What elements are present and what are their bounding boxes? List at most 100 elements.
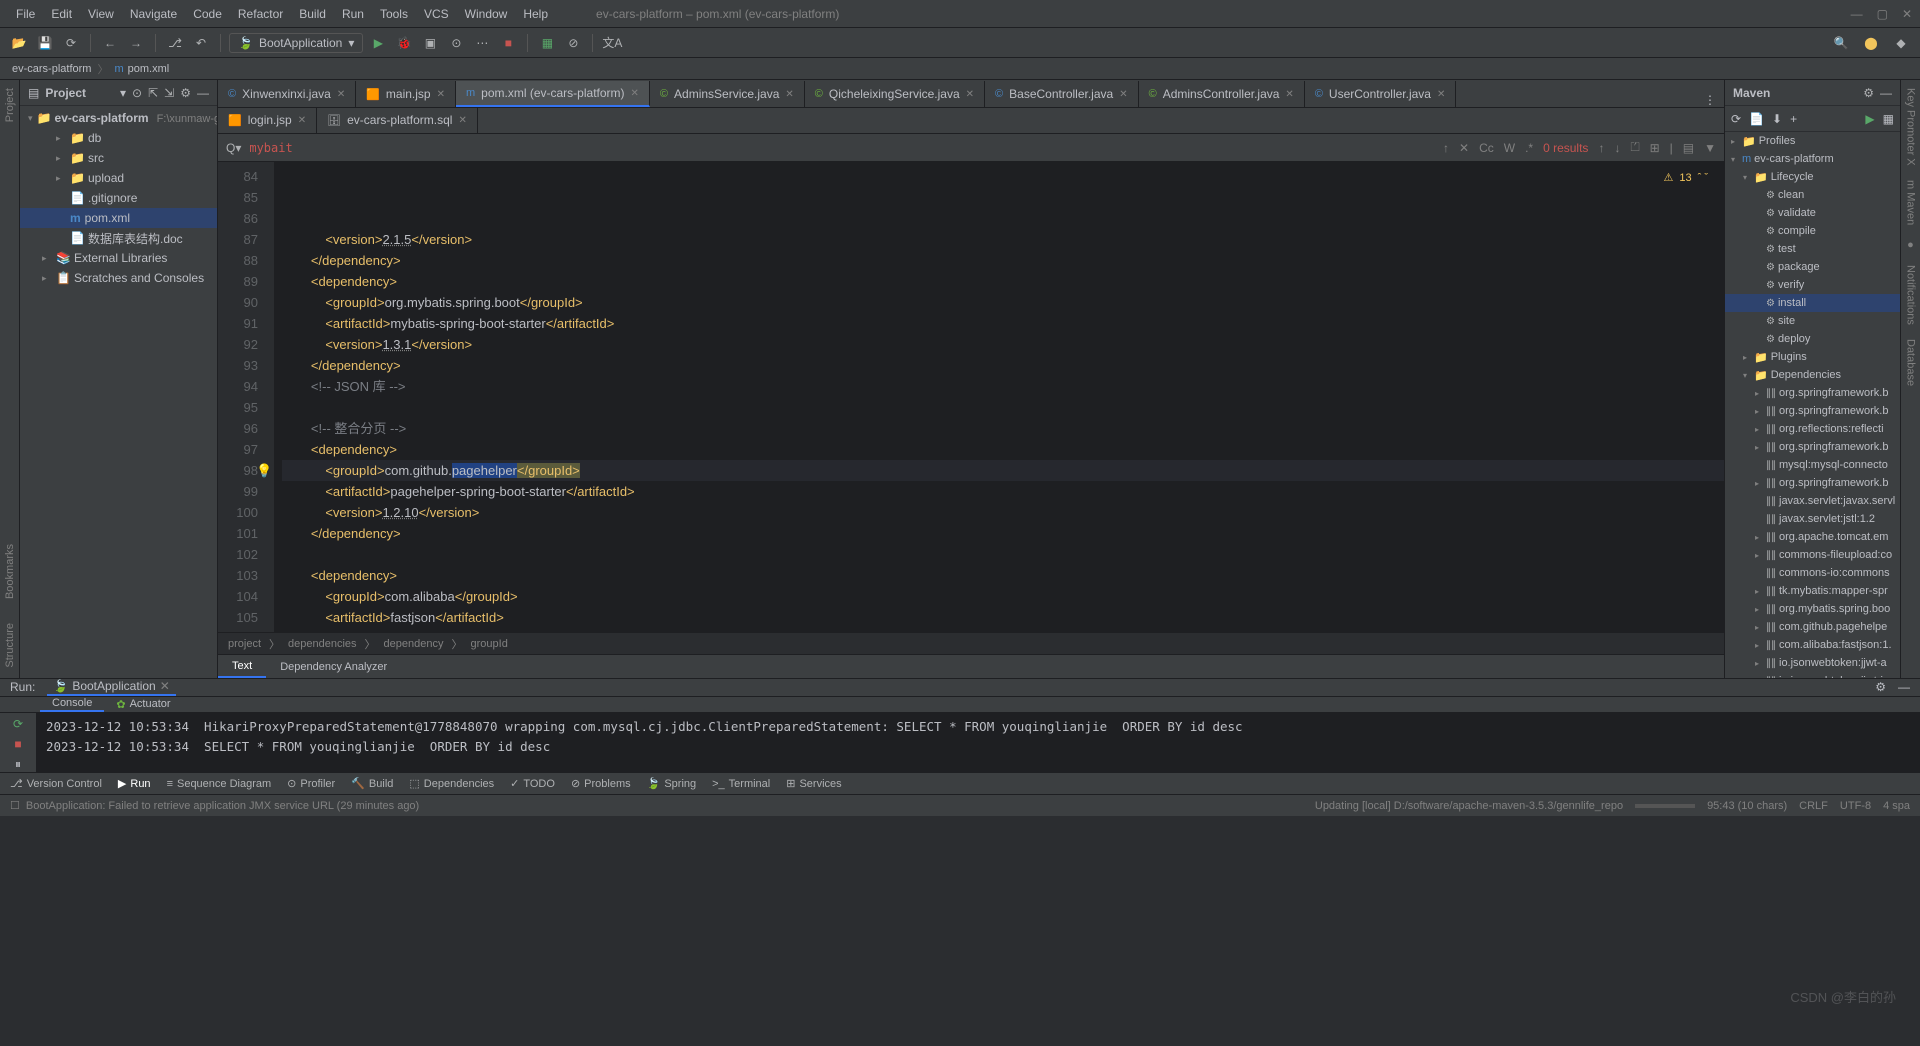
maven-node[interactable]: ▸∥∥org.apache.tomcat.em [1725, 528, 1900, 546]
maven-node[interactable]: ▸∥∥org.springframework.b [1725, 402, 1900, 420]
debug-icon[interactable]: 🐞 [393, 32, 415, 54]
tool-window-spring[interactable]: 🍃Spring [647, 777, 697, 790]
prev-occurrence-icon[interactable]: ↑ [1443, 141, 1449, 155]
tool-window-problems[interactable]: ⊘Problems [571, 777, 631, 790]
hide-icon[interactable]: — [1898, 680, 1910, 694]
editor-tab[interactable]: ©AdminsService.java✕ [650, 81, 805, 107]
open-icon[interactable]: 📂 [8, 32, 30, 54]
tool-window-run[interactable]: ▶Run [118, 777, 151, 790]
rerun-icon[interactable]: ⟳ [13, 717, 23, 731]
words-icon[interactable]: W [1504, 141, 1515, 155]
menu-window[interactable]: Window [457, 7, 516, 21]
maven-node[interactable]: ▸∥∥commons-fileupload:co [1725, 546, 1900, 564]
project-tree[interactable]: ▾📁ev-cars-platformF:\xunmaw-git\基于▸📁db▸📁… [20, 106, 217, 678]
gear-icon[interactable]: ⚙ [1875, 680, 1886, 694]
pause-icon[interactable]: ⏸ [15, 757, 21, 772]
tree-node-src[interactable]: ▸📁src [20, 148, 217, 168]
code-editor[interactable]: 8485868788899091929394959697989910010110… [218, 162, 1724, 632]
run-config-tab[interactable]: 🍃 BootApplication ✕ [47, 679, 175, 696]
editor-tab[interactable]: 🟧main.jsp✕ [356, 81, 456, 107]
tool-window-services[interactable]: ⊞Services [786, 777, 841, 790]
maven-node[interactable]: ▸∥∥io.jsonwebtoken:jjwt-in [1725, 672, 1900, 678]
tool-window-terminal[interactable]: >_Terminal [712, 778, 770, 790]
structure-tool-button[interactable]: Structure [4, 623, 16, 668]
hide-icon[interactable]: — [197, 86, 209, 100]
bookmarks-tool-button[interactable]: Bookmarks [4, 544, 16, 599]
breadcrumb-root[interactable]: ev-cars-platform [12, 63, 91, 75]
hide-icon[interactable]: — [1880, 86, 1892, 100]
menu-refactor[interactable]: Refactor [230, 7, 291, 21]
generate-icon[interactable]: 📄 [1749, 112, 1764, 126]
back-icon[interactable]: ← [99, 32, 121, 54]
tool-window-build[interactable]: 🔨Build [351, 777, 393, 790]
crumb-group[interactable]: groupId [471, 638, 508, 650]
menu-build[interactable]: Build [291, 7, 334, 21]
ai-tool-button[interactable]: ● [1905, 239, 1917, 251]
maven-node[interactable]: ▸∥∥org.springframework.b [1725, 438, 1900, 456]
search-everywhere-icon[interactable]: 🔍 [1830, 32, 1852, 54]
tabs-more-icon[interactable]: ⋮ [1696, 93, 1724, 107]
run-icon[interactable]: ▶ [367, 32, 389, 54]
maven-node[interactable]: ⚙validate [1725, 204, 1900, 222]
inspect-icon[interactable]: ⊘ [562, 32, 584, 54]
maven-node[interactable]: ▸∥∥org.springframework.b [1725, 384, 1900, 402]
maven-node[interactable]: ⚙package [1725, 258, 1900, 276]
translate-icon[interactable]: 文A [601, 32, 623, 54]
layout-icon[interactable]: ▦ [536, 32, 558, 54]
tool-window-todo[interactable]: ✓TODO [510, 777, 555, 790]
run-configuration-select[interactable]: 🍃 BootApplication ▾ [229, 33, 363, 53]
tree-node-Scratches and Consoles[interactable]: ▸📋Scratches and Consoles [20, 268, 217, 288]
forward-icon[interactable]: → [125, 32, 147, 54]
profile-icon[interactable]: ⊙ [445, 32, 467, 54]
filter-icon[interactable]: ▤ [1683, 141, 1694, 155]
editor-tab[interactable]: ©BaseController.java✕ [985, 81, 1139, 107]
tool-window-version-control[interactable]: ⎇Version Control [10, 777, 102, 790]
menu-file[interactable]: File [8, 7, 43, 21]
maven-node[interactable]: ▾mev-cars-platform [1725, 150, 1900, 168]
tree-node-upload[interactable]: ▸📁upload [20, 168, 217, 188]
crumb-project[interactable]: project [228, 638, 261, 650]
menu-run[interactable]: Run [334, 7, 372, 21]
line-separator[interactable]: CRLF [1799, 800, 1828, 812]
maven-node[interactable]: ▸∥∥io.jsonwebtoken:jjwt-a [1725, 654, 1900, 672]
gear-icon[interactable]: ⚙ [1863, 86, 1874, 100]
maven-node[interactable]: ∥∥mysql:mysql-connecto [1725, 456, 1900, 474]
chevron-down-icon[interactable]: ▾ [120, 86, 126, 100]
crumb-dep[interactable]: dependency [384, 638, 444, 650]
console-output[interactable]: 2023-12-12 10:53:34 HikariProxyPreparedS… [36, 713, 1920, 772]
select-all-icon[interactable]: ⏍ [1630, 140, 1639, 155]
run-maven-icon[interactable]: ▶ [1865, 112, 1874, 126]
undo-icon[interactable]: ↶ [190, 32, 212, 54]
editor-tab[interactable]: mpom.xml (ev-cars-platform)✕ [456, 81, 650, 107]
close-icon[interactable]: ✕ [160, 679, 170, 693]
maven-node[interactable]: ⚙install [1725, 294, 1900, 312]
tree-node-db[interactable]: ▸📁db [20, 128, 217, 148]
find-input[interactable] [249, 141, 1435, 155]
prev-match-icon[interactable]: ↑ [1598, 141, 1604, 155]
editor-tab[interactable]: ©AdminsController.java✕ [1139, 81, 1305, 107]
project-root[interactable]: ▾📁ev-cars-platformF:\xunmaw-git\基于 [20, 108, 217, 128]
indent-info[interactable]: 4 spa [1883, 800, 1910, 812]
tree-node-.gitignore[interactable]: 📄.gitignore [20, 188, 217, 208]
maven-node[interactable]: ∥∥commons-io:commons [1725, 564, 1900, 582]
menu-tools[interactable]: Tools [372, 7, 416, 21]
maven-node[interactable]: ⚙test [1725, 240, 1900, 258]
avatar-icon[interactable]: ◆ [1890, 32, 1912, 54]
maven-node[interactable]: ⚙site [1725, 312, 1900, 330]
tool-window-dependencies[interactable]: ⬚Dependencies [409, 777, 494, 790]
maven-node[interactable]: ▾📁Lifecycle [1725, 168, 1900, 186]
vcs-icon[interactable]: ⎇ [164, 32, 186, 54]
editor-tab[interactable]: ©UserController.java✕ [1305, 81, 1457, 107]
tree-node-数据库表结构.doc[interactable]: 📄数据库表结构.doc [20, 228, 217, 248]
editor-tab[interactable]: 🗄ev-cars-platform.sql✕ [317, 108, 478, 133]
tool-window-sequence-diagram[interactable]: ≡Sequence Diagram [167, 778, 272, 790]
maven-node[interactable]: ▸📁Profiles [1725, 132, 1900, 150]
close-icon[interactable]: ✕ [1902, 7, 1912, 21]
maven-node[interactable]: ∥∥javax.servlet:javax.servl [1725, 492, 1900, 510]
maven-updating[interactable]: Updating [local] D:/software/apache-mave… [1315, 800, 1623, 812]
more-run-icon[interactable]: ⋯ [471, 32, 493, 54]
coverage-icon[interactable]: ▣ [419, 32, 441, 54]
maven-node[interactable]: ▾📁Dependencies [1725, 366, 1900, 384]
next-match-icon[interactable]: ↓ [1614, 141, 1620, 155]
maximize-icon[interactable]: ▢ [1877, 7, 1888, 21]
